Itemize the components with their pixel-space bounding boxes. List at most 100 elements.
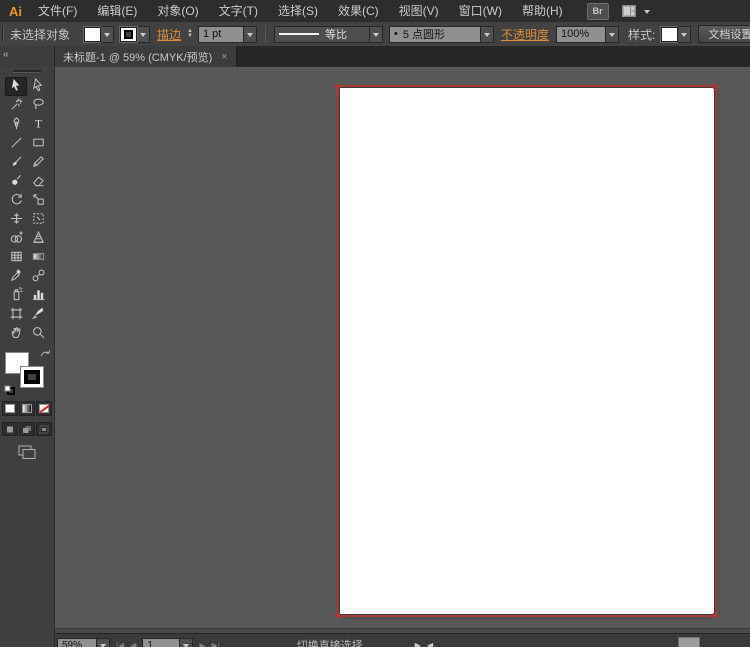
type-tool-button[interactable]: T: [27, 115, 49, 134]
column-graph-tool-button[interactable]: [27, 286, 49, 305]
zoom-dropdown[interactable]: [97, 638, 110, 647]
screen-mode-button[interactable]: [0, 445, 54, 459]
panel-drag-grip[interactable]: [13, 70, 41, 73]
scale-tool-button[interactable]: [27, 191, 49, 210]
blend-tool-icon: [31, 268, 46, 286]
gradient-icon: [22, 404, 32, 413]
stroke-width-dropdown[interactable]: [244, 26, 257, 43]
style-swatch[interactable]: [661, 27, 678, 42]
color-button[interactable]: [2, 401, 18, 416]
menu-item[interactable]: 选择(S): [268, 0, 328, 22]
menu-item[interactable]: 对象(O): [147, 0, 208, 22]
stroke-width-stepper[interactable]: ▲▼: [187, 29, 193, 39]
menu-items: 文件(F)编辑(E)对象(O)文字(T)选择(S)效果(C)视图(V)窗口(W)…: [28, 0, 573, 22]
mesh-tool-icon: [9, 249, 24, 267]
gradient-button[interactable]: [19, 401, 35, 416]
scroll-right-arrow[interactable]: ▶: [415, 641, 421, 647]
stroke-proxy-swatch[interactable]: [20, 366, 44, 388]
eraser-tool-button[interactable]: [27, 172, 49, 191]
toolbar-collapse-button[interactable]: «: [0, 46, 55, 67]
selection-tool-button[interactable]: [5, 77, 27, 96]
shape-builder-tool-button[interactable]: [5, 229, 27, 248]
symbol-sprayer-tool-button[interactable]: [5, 286, 27, 305]
fill-color-dropdown[interactable]: [101, 26, 114, 43]
draw-inside-button[interactable]: [36, 422, 52, 436]
width-profile-select[interactable]: 等比: [274, 26, 370, 43]
none-button[interactable]: [36, 401, 52, 416]
stepper-down-icon: ▼: [187, 34, 193, 39]
opacity-input[interactable]: 100%: [556, 26, 606, 43]
direct-selection-tool-button[interactable]: [27, 77, 49, 96]
draw-behind-button[interactable]: [19, 422, 35, 436]
profile-dropdown[interactable]: [370, 26, 383, 43]
artboard-dropdown[interactable]: [180, 638, 193, 647]
selection-tool-icon: [9, 78, 24, 96]
zoom-level-input[interactable]: 59%: [57, 638, 97, 647]
stroke-panel-link[interactable]: 描边: [157, 26, 181, 43]
tab-bar: « 未标题-1 @ 59% (CMYK/预览) ×: [0, 46, 750, 67]
paintbrush-tool-button[interactable]: [5, 153, 27, 172]
menu-item[interactable]: 帮助(H): [512, 0, 573, 22]
menu-item[interactable]: 文字(T): [209, 0, 268, 22]
swap-fill-stroke-icon[interactable]: [40, 349, 51, 359]
menu-bar: Ai 文件(F)编辑(E)对象(O)文字(T)选择(S)效果(C)视图(V)窗口…: [0, 0, 750, 23]
slice-tool-button[interactable]: [27, 305, 49, 324]
eyedropper-tool-button[interactable]: [5, 267, 27, 286]
direct-selection-tool-icon: [31, 78, 46, 96]
rectangle-tool-button[interactable]: [27, 134, 49, 153]
shape-builder-tool-icon: [9, 230, 24, 248]
default-fill-stroke-icon[interactable]: [4, 385, 15, 395]
last-artboard-button[interactable]: ▶|: [212, 641, 220, 647]
uniform-profile-icon: [279, 33, 319, 35]
blob-brush-tool-button[interactable]: [5, 172, 27, 191]
next-artboard-button[interactable]: ▶: [199, 641, 205, 647]
menu-item[interactable]: 效果(C): [328, 0, 389, 22]
mesh-tool-button[interactable]: [5, 248, 27, 267]
tab-close-icon[interactable]: ×: [221, 51, 227, 63]
scrollbar-thumb[interactable]: [678, 637, 700, 647]
panel-grip[interactable]: [2, 26, 4, 42]
stroke-color-swatch[interactable]: [120, 27, 137, 42]
document-setup-button[interactable]: 文档设置: [698, 25, 750, 43]
menu-item[interactable]: 视图(V): [389, 0, 449, 22]
pencil-tool-button[interactable]: [27, 153, 49, 172]
draw-normal-button[interactable]: [2, 422, 18, 436]
first-artboard-button[interactable]: |◀: [116, 641, 124, 647]
line-segment-tool-button[interactable]: [5, 134, 27, 153]
lasso-tool-button[interactable]: [27, 96, 49, 115]
hand-tool-button[interactable]: [5, 324, 27, 343]
document-tab[interactable]: 未标题-1 @ 59% (CMYK/预览) ×: [55, 46, 237, 67]
opacity-panel-link[interactable]: 不透明度: [501, 26, 549, 43]
workspace-switcher[interactable]: [619, 4, 652, 19]
rotate-tool-button[interactable]: [5, 191, 27, 210]
stroke-color-dropdown[interactable]: [137, 26, 150, 43]
free-transform-tool-button[interactable]: [27, 210, 49, 229]
zoom-tool-button[interactable]: [27, 324, 49, 343]
gradient-tool-button[interactable]: [27, 248, 49, 267]
brush-select[interactable]: • 5 点圆形: [389, 26, 481, 43]
line-segment-tool-icon: [9, 135, 24, 153]
fill-color-swatch[interactable]: [84, 27, 101, 42]
stroke-width-input[interactable]: 1 pt: [198, 26, 244, 43]
pen-tool-button[interactable]: [5, 115, 27, 134]
artboard-tool-button[interactable]: [5, 305, 27, 324]
menu-item[interactable]: 编辑(E): [87, 0, 147, 22]
perspective-grid-tool-button[interactable]: [27, 229, 49, 248]
scroll-left-arrow[interactable]: ◀: [427, 641, 433, 647]
artboard-number-input[interactable]: 1: [142, 638, 180, 647]
magic-wand-tool-button[interactable]: [5, 96, 27, 115]
menu-item[interactable]: 窗口(W): [449, 0, 512, 22]
blend-tool-button[interactable]: [27, 267, 49, 286]
width-tool-button[interactable]: [5, 210, 27, 229]
bridge-icon[interactable]: Br: [587, 3, 609, 20]
opacity-dropdown[interactable]: [606, 26, 619, 43]
style-dropdown[interactable]: [678, 26, 691, 43]
artboard[interactable]: [340, 88, 714, 614]
previous-artboard-button[interactable]: ◀: [130, 641, 136, 647]
brush-dropdown[interactable]: [481, 26, 494, 43]
rotate-tool-icon: [9, 192, 24, 210]
column-graph-tool-icon: [31, 287, 46, 305]
gradient-tool-icon: [31, 249, 46, 267]
hand-tool-icon: [9, 325, 24, 343]
menu-item[interactable]: 文件(F): [28, 0, 87, 22]
